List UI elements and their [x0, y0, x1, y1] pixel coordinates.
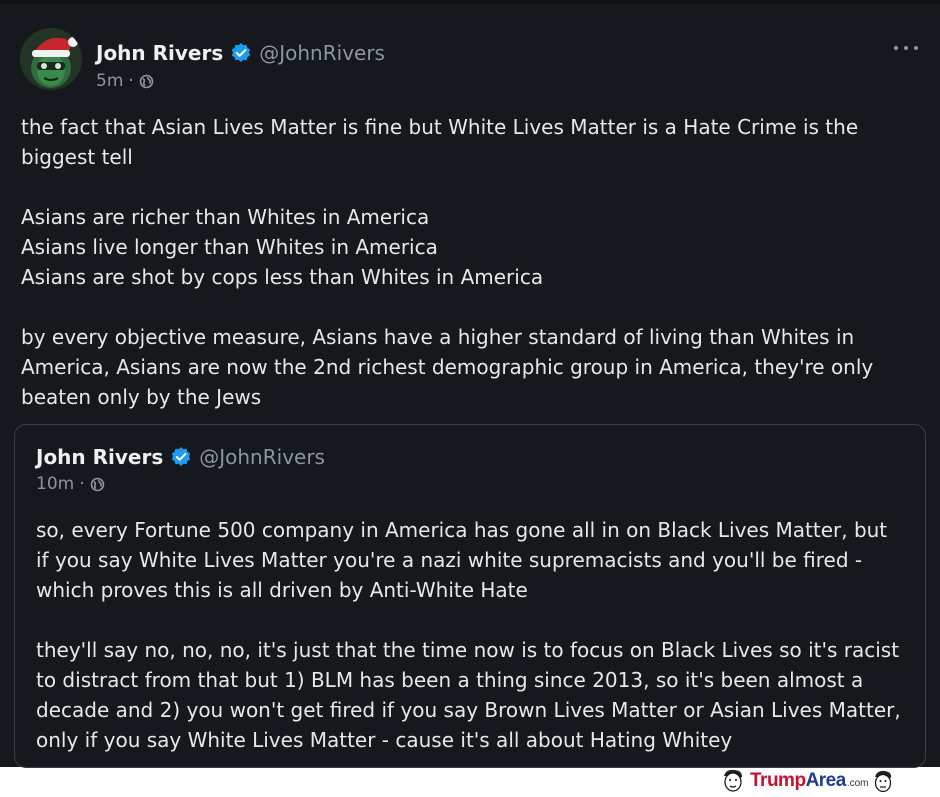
post-line: Asians are richer than Whites in America	[21, 205, 430, 229]
post-list: Asians are richer than Whites in America…	[21, 202, 901, 292]
post-timestamp[interactable]: 5m	[96, 71, 123, 91]
watermark-com: .com	[846, 777, 869, 789]
watermark-trump: Trump	[750, 769, 806, 791]
more-options-button[interactable]	[894, 38, 918, 58]
quote-paragraph: so, every Fortune 500 company in America…	[36, 518, 888, 602]
quote-meta: 10m ·	[36, 474, 105, 494]
watermark-area: Area	[805, 769, 847, 791]
watermark-logo: TrumpArea .com	[720, 768, 940, 793]
post-paragraph: by every objective measure, Asians have …	[21, 325, 874, 409]
meta-separator: ·	[128, 71, 134, 91]
more-dot	[894, 46, 898, 50]
quote-author-display-name[interactable]: John Rivers	[36, 445, 163, 469]
verified-badge-icon	[170, 446, 192, 468]
globe-icon	[139, 74, 154, 89]
author-row: John Rivers @JohnRivers	[96, 38, 385, 68]
meta-separator: ·	[79, 474, 85, 494]
more-dot	[904, 46, 908, 50]
post-line: Asians live longer than Whites in Americ…	[21, 235, 438, 259]
quote-body: so, every Fortune 500 company in America…	[36, 515, 906, 755]
quote-author-row: John Rivers @JohnRivers	[36, 442, 325, 472]
post-body: the fact that Asian Lives Matter is fine…	[21, 112, 901, 412]
more-dot	[914, 46, 918, 50]
globe-icon	[90, 477, 105, 492]
quote-paragraph: they'll say no, no, no, it's just that t…	[36, 638, 901, 752]
caricature-face-icon	[720, 768, 746, 793]
quoted-post[interactable]: John Rivers @JohnRivers 10m · so, every …	[14, 424, 926, 768]
caricature-face-icon	[870, 768, 896, 793]
post-meta: 5m ·	[96, 71, 154, 91]
author-display-name[interactable]: John Rivers	[96, 41, 223, 65]
post-line: Asians are shot by cops less than Whites…	[21, 265, 544, 289]
author-avatar[interactable]	[20, 28, 82, 90]
quote-timestamp[interactable]: 10m	[36, 474, 74, 494]
verified-badge-icon	[230, 42, 252, 64]
post-paragraph: the fact that Asian Lives Matter is fine…	[21, 115, 859, 169]
watermark-brand: TrumpArea	[750, 770, 846, 792]
post-card: John Rivers @JohnRivers 5m · the fact th…	[0, 0, 940, 768]
quote-author-handle[interactable]: @JohnRivers	[199, 445, 325, 469]
santa-hat-avatar-icon	[20, 28, 82, 90]
author-handle[interactable]: @JohnRivers	[259, 41, 385, 65]
